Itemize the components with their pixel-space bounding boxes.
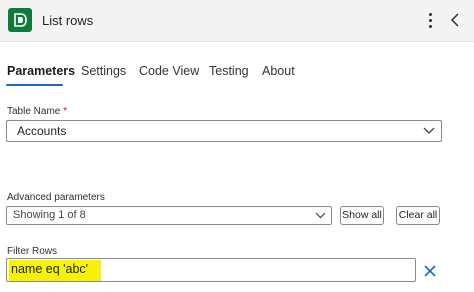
- clear-all-button[interactable]: Clear all: [396, 206, 440, 225]
- table-name-value: Accounts: [17, 124, 67, 138]
- advanced-parameters-label: Advanced parameters: [7, 192, 105, 203]
- more-vertical-icon[interactable]: [422, 9, 438, 31]
- active-tab-indicator: [6, 84, 63, 86]
- tab-settings[interactable]: Settings: [81, 64, 126, 78]
- tab-code-view[interactable]: Code View: [139, 64, 199, 78]
- filter-rows-value: name eq 'abc': [11, 262, 89, 276]
- advanced-parameters-value: Showing 1 of 8: [13, 209, 86, 221]
- tab-bar: Parameters Settings Code View Testing Ab…: [0, 60, 474, 90]
- tab-about[interactable]: About: [262, 64, 295, 78]
- filter-rows-label: Filter Rows: [7, 246, 58, 257]
- close-icon[interactable]: [422, 263, 438, 279]
- chevron-left-icon[interactable]: [446, 10, 464, 30]
- tab-testing[interactable]: Testing: [209, 64, 249, 78]
- table-name-dropdown[interactable]: Accounts: [6, 120, 442, 142]
- filter-rows-input[interactable]: name eq 'abc': [6, 258, 416, 282]
- tab-parameters[interactable]: Parameters: [7, 64, 75, 78]
- table-name-label: Table Name *: [7, 106, 67, 117]
- action-title: List rows: [42, 13, 94, 28]
- chevron-down-icon: [315, 212, 326, 219]
- show-all-button[interactable]: Show all: [340, 206, 384, 225]
- dataverse-logo-icon: [8, 8, 32, 32]
- action-header: List rows: [0, 0, 474, 42]
- required-marker: *: [63, 106, 68, 117]
- chevron-down-icon: [423, 127, 435, 134]
- table-name-label-text: Table Name: [7, 106, 61, 117]
- advanced-parameters-dropdown[interactable]: Showing 1 of 8: [6, 206, 332, 225]
